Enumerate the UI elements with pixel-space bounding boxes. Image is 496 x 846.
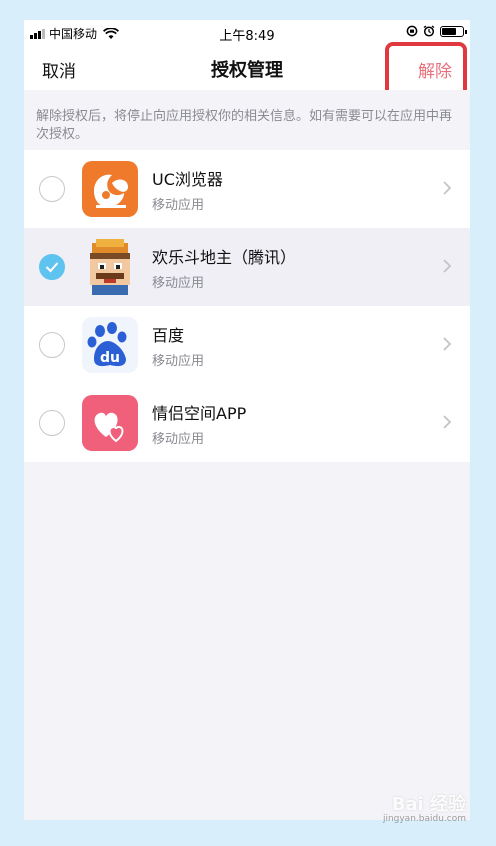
page-title: 授权管理 <box>211 60 283 81</box>
chevron-right-icon <box>443 415 452 429</box>
app-list: UC浏览器 移动应用 欢乐斗地主（腾讯） 移动应用 du 百度 移动应用 情侣空… <box>24 150 470 462</box>
app-subtitle: 移动应用 <box>152 354 205 369</box>
radio-button[interactable] <box>39 410 65 436</box>
status-bar: 中国移动 上午8:49 <box>24 20 470 46</box>
screenshot-frame: 中国移动 上午8:49 取消 授权管理 解除 解除授权后，将停止向应用授权你的相… <box>0 0 496 846</box>
status-right <box>406 25 467 37</box>
checkmark-icon <box>45 262 59 273</box>
list-item[interactable]: UC浏览器 移动应用 <box>24 150 470 228</box>
list-item[interactable]: du 百度 移动应用 <box>24 306 470 384</box>
watermark: Bai 经验 <box>391 794 466 815</box>
phone-screen: 中国移动 上午8:49 取消 授权管理 解除 解除授权后，将停止向应用授权你的相… <box>24 20 470 820</box>
list-item[interactable]: 情侣空间APP 移动应用 <box>24 384 470 462</box>
battery-fill <box>442 27 456 35</box>
chevron-right-icon <box>443 259 452 273</box>
baidu-icon: du <box>82 317 138 373</box>
alarm-icon <box>423 25 435 37</box>
app-name: 欢乐斗地主（腾讯） <box>152 248 297 267</box>
uc-browser-icon <box>82 161 138 217</box>
battery-icon <box>440 25 467 37</box>
nav-bar: 取消 授权管理 解除 <box>24 46 470 90</box>
app-subtitle: 移动应用 <box>152 432 205 447</box>
watermark-url: jingyan.baidu.com <box>382 814 466 824</box>
list-item[interactable]: 欢乐斗地主（腾讯） 移动应用 <box>24 228 470 306</box>
app-subtitle: 移动应用 <box>152 198 205 213</box>
app-name: 情侣空间APP <box>152 404 247 423</box>
radio-button[interactable] <box>39 332 65 358</box>
app-name: 百度 <box>152 326 185 345</box>
radio-button[interactable] <box>39 176 65 202</box>
rotation-lock-icon <box>406 25 418 37</box>
chevron-right-icon <box>443 181 452 195</box>
app-subtitle: 移动应用 <box>152 276 205 291</box>
chevron-right-icon <box>443 337 452 351</box>
svg-text:du: du <box>100 350 120 366</box>
status-time: 上午8:49 <box>219 29 275 44</box>
couple-space-icon <box>82 395 138 451</box>
notice-text: 解除授权后，将停止向应用授权你的相关信息。如有需要可以在应用中再次授权。 <box>24 90 470 150</box>
radio-button-checked[interactable] <box>39 254 65 280</box>
doudizhu-icon <box>82 239 138 295</box>
release-button[interactable]: 解除 <box>418 57 452 82</box>
app-name: UC浏览器 <box>152 170 223 189</box>
